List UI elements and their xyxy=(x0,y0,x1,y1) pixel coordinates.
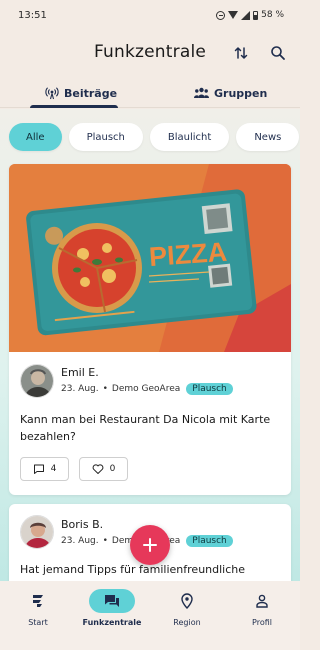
app-bar: Funkzentrale xyxy=(0,30,300,76)
like-button[interactable]: 0 xyxy=(79,457,128,481)
comments-button[interactable]: 4 xyxy=(20,457,69,481)
post-image-title: PIZZA xyxy=(148,237,228,272)
nav-label: Start xyxy=(28,618,48,627)
pizza-card-illustration: PIZZA xyxy=(9,164,291,352)
groups-icon xyxy=(194,87,209,98)
post-text: Kann man bei Restaurant Da Nicola mit Ka… xyxy=(20,413,271,443)
filter-chips: Alle Plausch Blaulicht News xyxy=(9,123,300,151)
sort-button[interactable] xyxy=(230,42,252,64)
post-meta: 23. Aug. • Demo GeoArea Plausch xyxy=(61,383,233,395)
plus-icon xyxy=(143,538,157,552)
avatar-boris-icon xyxy=(21,516,53,548)
avatar[interactable] xyxy=(20,515,54,549)
post-card[interactable]: PIZZA Emil E. 23. Aug. • Demo GeoArea Pl… xyxy=(9,164,291,495)
heart-icon xyxy=(92,464,104,474)
page-title: Funkzentrale xyxy=(93,42,207,62)
nav-icon-wrap xyxy=(15,589,61,613)
filter-chip-all[interactable]: Alle xyxy=(9,123,62,151)
meta-separator: • xyxy=(102,384,108,394)
nav-label: Profil xyxy=(252,618,272,627)
search-icon xyxy=(271,46,285,60)
nav-label: Funkzentrale xyxy=(82,618,142,627)
filter-chip-plausch[interactable]: Plausch xyxy=(68,123,143,151)
post-tag[interactable]: Plausch xyxy=(186,383,233,395)
start-logo-icon xyxy=(33,595,43,607)
bottom-navigation: Start Funkzentrale Region Profil xyxy=(0,581,300,650)
tab-posts-label: Beiträge xyxy=(64,86,118,100)
status-bar: 13:51 58 % xyxy=(0,0,300,30)
post-image: PIZZA xyxy=(9,164,291,352)
status-icons: 58 % xyxy=(216,10,284,20)
person-icon xyxy=(256,594,268,608)
battery-icon xyxy=(253,10,259,20)
post-tag[interactable]: Plausch xyxy=(186,535,233,547)
feed-content[interactable]: Alle Plausch Blaulicht News PIZZA Emil E… xyxy=(0,109,300,581)
avatar-emil-icon xyxy=(21,365,53,397)
comment-icon xyxy=(33,464,44,474)
meta-separator: • xyxy=(102,536,108,546)
tab-groups-label: Gruppen xyxy=(214,86,268,100)
like-count: 0 xyxy=(109,464,116,474)
signal-icon xyxy=(241,10,251,20)
post-author[interactable]: Boris B. xyxy=(61,518,103,531)
comment-count: 4 xyxy=(50,464,57,474)
nav-icon-wrap xyxy=(164,589,210,613)
wifi-icon xyxy=(228,11,239,19)
nav-item-start[interactable]: Start xyxy=(3,589,73,627)
post-date: 23. Aug. xyxy=(61,384,99,394)
create-post-button[interactable] xyxy=(130,525,170,565)
post-header: Emil E. 23. Aug. • Demo GeoArea Plausch xyxy=(9,352,291,408)
post-area[interactable]: Demo GeoArea xyxy=(112,384,180,394)
status-time: 13:51 xyxy=(18,9,47,21)
tab-groups[interactable]: Gruppen xyxy=(194,78,267,108)
nav-item-funkzentrale[interactable]: Funkzentrale xyxy=(77,589,147,627)
nav-icon-wrap xyxy=(239,589,285,613)
nav-item-profile[interactable]: Profil xyxy=(227,589,297,627)
chat-icon xyxy=(105,595,119,607)
filter-chip-news[interactable]: News xyxy=(236,123,300,151)
battery-level: 58 % xyxy=(261,10,284,20)
post-date: 23. Aug. xyxy=(61,536,99,546)
post-author[interactable]: Emil E. xyxy=(61,366,99,379)
dnd-icon xyxy=(216,10,226,20)
radio-tower-icon xyxy=(45,87,59,100)
nav-item-region[interactable]: Region xyxy=(152,589,222,627)
sort-icon xyxy=(234,47,248,59)
search-button[interactable] xyxy=(267,42,289,64)
filter-chip-blaulicht[interactable]: Blaulicht xyxy=(149,123,230,151)
tab-posts[interactable]: Beiträge xyxy=(45,78,117,108)
avatar[interactable] xyxy=(20,364,54,398)
tab-indicator xyxy=(30,105,118,108)
nav-icon-wrap xyxy=(89,589,135,613)
nav-label: Region xyxy=(173,618,201,627)
location-pin-icon xyxy=(181,593,193,609)
tab-bar: Beiträge Gruppen xyxy=(0,78,300,108)
